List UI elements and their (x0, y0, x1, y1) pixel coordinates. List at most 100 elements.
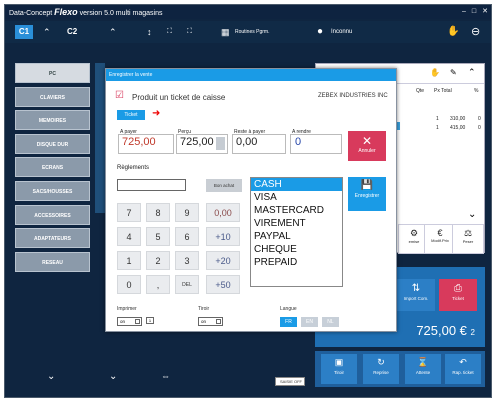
maximize-button[interactable]: □ (472, 5, 476, 19)
key-plus20[interactable]: +20 (206, 251, 240, 270)
ticket-mode-button[interactable]: Ticket (117, 110, 145, 120)
total-value: 725,00 € (416, 323, 467, 338)
updown-arrow-icon[interactable]: ↕ (147, 21, 152, 43)
sidebar-item-sacs[interactable]: SACS/HOUSSES (15, 180, 90, 201)
close-button[interactable]: ✕ (482, 5, 488, 19)
sidebar-item-claviers[interactable]: CLAVIERS (15, 86, 90, 107)
item-count: 2 (470, 328, 475, 337)
tiroir-state: on (201, 319, 207, 324)
logout-icon[interactable]: ⊖ (471, 21, 480, 43)
payment-mastercard[interactable]: MASTERCARD (251, 204, 342, 217)
minimize-button[interactable]: – (462, 5, 466, 19)
attente-button[interactable]: ⌛ Attente (405, 354, 441, 384)
user-label[interactable]: Inconnu (331, 21, 352, 43)
chevron-down-icon[interactable]: ⌄ (109, 371, 117, 382)
imprimer-copies[interactable]: 1 (146, 317, 154, 324)
lang-nl-button[interactable]: NL (322, 317, 339, 327)
version-text: version 5.0 multi magasins (79, 10, 163, 17)
key-comma[interactable]: , (146, 275, 170, 294)
imprimer-toggle[interactable]: on (117, 317, 142, 326)
c2-button[interactable]: C2 (67, 21, 77, 43)
user-icon[interactable]: ● (317, 21, 323, 43)
key-reset[interactable]: 0,00 (206, 203, 240, 222)
tiroir-label: Tiroir (198, 306, 210, 312)
key-9[interactable]: 9 (175, 203, 199, 222)
swap-icon[interactable]: ⇔ (161, 371, 170, 381)
edit-icon[interactable]: ✎ (450, 68, 457, 77)
bottom-action-row: ▣ Tiroir ↻ Reprise ⌛ Attente ↶ Rap. ticket (315, 351, 485, 387)
c1-button[interactable]: C1 (15, 25, 33, 39)
reprise-label: Reprise (373, 370, 389, 375)
title-bar: Data-Concept Flexo version 5.0 multi mag… (5, 5, 491, 19)
bon-achat-button[interactable]: Bon achat (206, 179, 242, 192)
sidebar-item-pc[interactable]: PC (15, 63, 90, 83)
key-plus50[interactable]: +50 (206, 275, 240, 294)
sidebar-item-reseau[interactable]: RESEAU (15, 251, 90, 272)
langue-label: Langue (280, 306, 297, 312)
payment-virement[interactable]: VIREMENT (251, 217, 342, 230)
reprise-button[interactable]: ↻ Reprise (363, 354, 399, 384)
chevron-up-icon[interactable]: ⌃ (468, 67, 476, 78)
chevron-down-icon[interactable]: ⌄ (47, 371, 55, 382)
col-qte: Qte (416, 88, 425, 94)
payment-paypal[interactable]: PAYPAL (251, 230, 342, 243)
key-1[interactable]: 1 (117, 251, 141, 270)
attente-label: Attente (415, 370, 431, 375)
key-plus10[interactable]: +10 (206, 227, 240, 246)
payment-cash[interactable]: CASH (251, 178, 342, 191)
lang-en-button[interactable]: EN (301, 317, 318, 327)
lang-fr-button[interactable]: FR (280, 317, 297, 327)
ticket-button[interactable]: ⎙ Ticket (439, 279, 477, 311)
scroll-up-icon[interactable]: ⌃ (109, 21, 117, 43)
expand-icon[interactable]: ⛶ (167, 21, 172, 43)
payment-visa[interactable]: VISA (251, 191, 342, 204)
row2-total: 415,00 (450, 125, 466, 131)
sidebar-item-ecrans[interactable]: ECRANS (15, 157, 90, 178)
chevron-down-icon[interactable]: ⌄ (468, 209, 476, 220)
tiroir-toggle[interactable]: on (198, 317, 223, 326)
enregistrer-vente-dialog: Enregistrer la vente ☑ Produit un ticket… (105, 68, 397, 332)
sidebar-item-disque-dur[interactable]: DISQUE DUR (15, 133, 90, 154)
a-payer-value: 725,00 (122, 136, 156, 148)
sidebar-item-accessoires[interactable]: ACCESSOIRES (15, 204, 90, 225)
hand-icon[interactable]: ✋ (430, 68, 440, 77)
hand-icon[interactable]: ✋ (447, 21, 459, 43)
sidebar-item-adaptateurs[interactable]: ADAPTATEURS (15, 228, 90, 249)
price-icon: € (437, 228, 443, 238)
routines-button[interactable]: Routines Pgrm. (235, 21, 269, 43)
key-2[interactable]: 2 (146, 251, 170, 270)
key-4[interactable]: 4 (117, 227, 141, 246)
rendre-value: 0 (295, 136, 302, 148)
annuler-button[interactable]: ✕ Annuler (348, 131, 386, 161)
col-pct: % (474, 88, 479, 94)
tiroir-button[interactable]: ▣ Tiroir (321, 354, 357, 384)
key-3[interactable]: 3 (175, 251, 199, 270)
imprimer-state: on (120, 319, 126, 324)
percu-clear-button[interactable] (216, 137, 225, 150)
key-6[interactable]: 6 (175, 227, 199, 246)
payment-method-list[interactable]: CASH VISA MASTERCARD VIREMENT PAYPAL CHE… (250, 177, 343, 287)
enregistrer-button[interactable]: 💾 Enregistrer (348, 177, 386, 211)
scale-icon: ⚖ (463, 228, 473, 238)
key-del[interactable]: DEL (175, 275, 199, 294)
key-0[interactable]: 0 (117, 275, 141, 294)
row2-qte: 1 (436, 125, 439, 131)
row2-pct: 0 (478, 125, 481, 131)
up-arrow-icon[interactable]: ⌃ (43, 21, 51, 43)
collapse-icon[interactable]: ⛶ (187, 21, 192, 43)
key-7[interactable]: 7 (117, 203, 141, 222)
import-com-button[interactable]: ⇅ Import Com. (397, 279, 435, 311)
reglement-input[interactable] (117, 179, 186, 191)
dialog-title: Enregistrer la vente (106, 69, 396, 81)
rap-ticket-button[interactable]: ↶ Rap. ticket (445, 354, 481, 384)
peser-button[interactable]: ⚖ Peser (452, 224, 484, 254)
payment-cheque[interactable]: CHEQUE (251, 243, 342, 256)
saisie-toggle[interactable]: SAISIE OFF (275, 377, 305, 386)
key-5[interactable]: 5 (146, 227, 170, 246)
row1-qte: 1 (436, 116, 439, 122)
key-8[interactable]: 8 (146, 203, 170, 222)
grid-icon[interactable]: ▦ (221, 21, 230, 43)
sidebar-item-memoires[interactable]: MEMOIRES (15, 110, 90, 131)
receipt-icon: ☑ (115, 90, 124, 101)
payment-prepaid[interactable]: PREPAID (251, 256, 342, 269)
